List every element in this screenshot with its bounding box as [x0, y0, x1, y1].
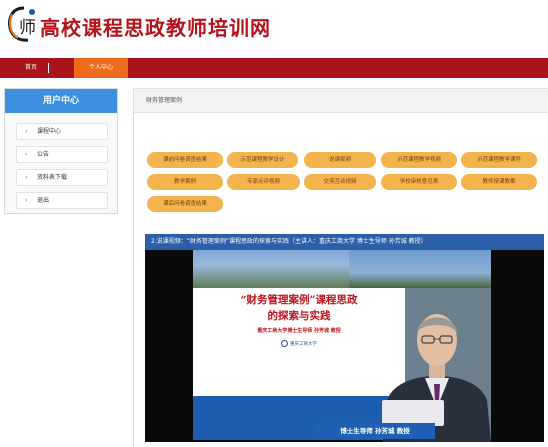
user-center-sidebar: 用户中心 › 课程中心 › 公告 › 资料表下载 › 退出: [4, 88, 118, 214]
sidebar-item-downloads[interactable]: › 资料表下载: [16, 169, 108, 186]
site-logo[interactable]: 师: [4, 4, 40, 44]
tag-school-review-form[interactable]: 学校审核意见表: [381, 174, 457, 190]
tag-expert-review-video[interactable]: 专家点评视频: [227, 174, 300, 190]
slide-speaker-line: 重庆工商大学博士生导师 孙芳城 教授: [257, 328, 341, 334]
tag-teaching-cases[interactable]: 教学案例: [147, 174, 223, 190]
slide-university: 重庆工商大学: [193, 340, 405, 347]
tag-interaction-video[interactable]: 交流互动视频: [304, 174, 376, 190]
chevron-right-icon: ›: [25, 197, 28, 204]
slide-university-name: 重庆工商大学: [290, 342, 317, 347]
nav-divider: [48, 63, 49, 73]
nav-item-home[interactable]: 首页: [14, 58, 48, 78]
nav-item-user-center[interactable]: 个人中心: [74, 58, 128, 78]
campus-photo: [349, 250, 491, 288]
breadcrumb: 财务管理案例: [134, 89, 548, 113]
svg-text:师: 师: [19, 18, 36, 38]
sidebar-item-label: 课程中心: [37, 128, 62, 135]
tag-teaching-video[interactable]: 示范课程教学视频: [381, 152, 457, 168]
sidebar-item-logout[interactable]: › 退出: [16, 192, 108, 209]
tag-teaching-courseware[interactable]: 示范课程教学课件: [461, 152, 537, 168]
sidebar-item-announcement[interactable]: › 公告: [16, 146, 108, 163]
main-nav: 首页 个人中心: [0, 58, 548, 78]
tag-pre-course-survey[interactable]: 课前问卷调查结果: [147, 152, 223, 168]
slide-title-line1: “财务管理案例”课程思政: [240, 294, 358, 306]
university-emblem-icon: [281, 340, 288, 347]
sidebar-item-label: 退出: [37, 197, 50, 204]
slide-title-line2: 的探索与实践: [267, 310, 331, 322]
tag-lesson-plan[interactable]: 教师授课教案: [461, 174, 537, 190]
speaker-caption: 博士生导师 孙芳城 教授: [315, 423, 435, 439]
video-title: 2.说课视频：“财务管理案例”课程思政的探索与实践（主讲人：重庆工商大学 博士生…: [145, 234, 544, 250]
sidebar-item-label: 公告: [37, 151, 50, 158]
chevron-right-icon: ›: [25, 128, 28, 135]
tag-post-course-survey[interactable]: 课后问卷调查结果: [147, 196, 223, 212]
sidebar-title: 用户中心: [5, 89, 117, 113]
site-title: 高校课程思政教师培训网: [40, 16, 271, 40]
page: 师 高校课程思政教师培训网 首页 个人中心 用户中心 › 课程中心 › 公告 ›…: [0, 0, 548, 447]
chevron-right-icon: ›: [25, 151, 28, 158]
video-player[interactable]: “财务管理案例”课程思政 的探索与实践 重庆工商大学博士生导师 孙芳城 教授 重…: [145, 250, 544, 442]
campus-photo: [193, 250, 349, 288]
site-header: 师 高校课程思政教师培训网: [0, 0, 548, 56]
sidebar-item-course-center[interactable]: › 课程中心: [16, 123, 108, 140]
chevron-right-icon: ›: [25, 174, 28, 181]
tag-lecture-video[interactable]: 说课视频: [304, 152, 376, 168]
sidebar-item-label: 资料表下载: [37, 174, 68, 181]
tag-teaching-design[interactable]: 示范课程教学设计: [227, 152, 298, 168]
